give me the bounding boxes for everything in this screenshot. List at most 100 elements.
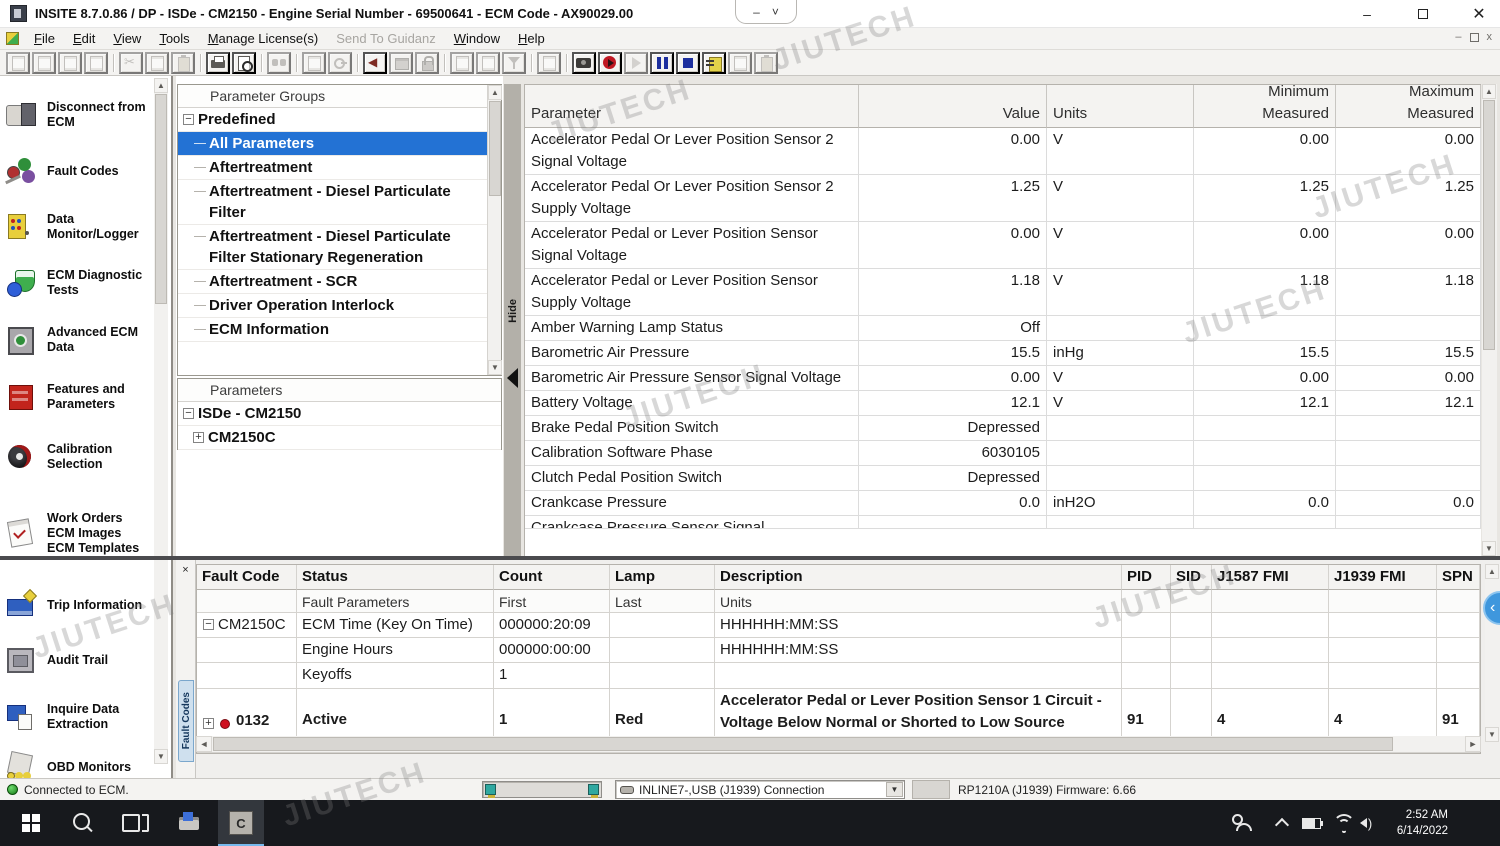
key-button[interactable] <box>328 52 352 74</box>
fault-column-j1939-fmi[interactable]: J1939 FMI <box>1329 565 1437 590</box>
stop-button[interactable] <box>676 52 700 74</box>
scroll-down-icon[interactable]: ▼ <box>154 749 168 764</box>
start-button[interactable] <box>8 800 54 846</box>
column-header-value[interactable]: Value <box>859 85 1047 128</box>
fault-column-status[interactable]: Status <box>297 565 494 590</box>
new-workspace-button[interactable] <box>6 52 30 74</box>
scroll-down-icon[interactable]: ▼ <box>1485 727 1499 742</box>
fault-column-pid[interactable]: PID <box>1122 565 1171 590</box>
print-preview-button[interactable] <box>232 52 256 74</box>
expand-icon[interactable]: + <box>193 432 204 443</box>
paste-button[interactable] <box>171 52 195 74</box>
fault-column-j1587-fmi[interactable]: J1587 FMI <box>1212 565 1329 590</box>
parameter-table-scrollbar[interactable]: ▲ ▼ <box>1482 84 1497 556</box>
dropdown-arrow-icon[interactable]: ▼ <box>886 782 903 797</box>
scroll-left-icon[interactable]: ◄ <box>196 736 212 752</box>
fault-row[interactable]: Engine Hours000000:00:00HHHHHH:MM:SS <box>197 638 1480 663</box>
sidebar-item-disconnect-from-ecm[interactable]: Disconnect fromECM <box>0 86 171 144</box>
scroll-right-icon[interactable]: ► <box>1465 736 1481 752</box>
copy-button[interactable] <box>145 52 169 74</box>
menu-view[interactable]: View <box>104 29 150 48</box>
scroll-up-icon[interactable]: ▲ <box>154 78 168 93</box>
collapse-icon[interactable]: − <box>203 619 214 630</box>
snapshot-button[interactable] <box>572 52 596 74</box>
people-tray-icon[interactable] <box>1228 800 1256 846</box>
taskbar-app-insite-icon[interactable] <box>218 800 264 846</box>
notch-chevron-icon[interactable]: ˅ <box>772 5 779 19</box>
taskbar-clock[interactable]: 2:52 AM 6/14/2022 <box>1378 807 1448 839</box>
filter-button[interactable] <box>502 52 526 74</box>
close-button[interactable]: ✕ <box>1464 4 1494 24</box>
mdi-restore-button[interactable] <box>1470 33 1479 42</box>
parameter-groups-scrollbar[interactable]: ▲ ▼ <box>487 85 501 375</box>
sidebar-item-ecm-diagnostic-tests[interactable]: ECM DiagnosticTests <box>0 254 171 311</box>
panel-splitter[interactable]: Hide <box>504 84 521 556</box>
volume-icon[interactable] <box>1352 800 1380 846</box>
scroll-up-icon[interactable]: ▲ <box>1482 84 1496 99</box>
minimize-button[interactable]: – <box>1352 4 1382 24</box>
collapse-arrow-icon[interactable] <box>507 368 518 388</box>
fault-column-count[interactable]: Count <box>494 565 610 590</box>
scroll-thumb[interactable] <box>1483 100 1495 350</box>
column-header-units[interactable]: Units <box>1047 85 1194 128</box>
scroll-thumb[interactable] <box>213 737 1393 751</box>
sidebar-scrollbar[interactable]: ▲ ▼ <box>154 78 168 764</box>
scroll-up-icon[interactable]: ▲ <box>1485 564 1499 579</box>
fault-information-button[interactable] <box>302 52 326 74</box>
ecm-connect-button[interactable] <box>389 52 413 74</box>
sidebar-item-advanced-ecm-data[interactable]: Advanced ECMData <box>0 311 171 368</box>
menu-file[interactable]: File <box>25 29 64 48</box>
print-button[interactable] <box>206 52 230 74</box>
notch-minimize-icon[interactable]: – <box>753 5 760 19</box>
hide-splitter-label[interactable]: Hide <box>507 299 519 323</box>
group-predefined[interactable]: −Predefined <box>178 108 488 132</box>
fault-row[interactable]: −CM2150CECM Time (Key On Time)000000:20:… <box>197 613 1480 638</box>
save-workspace-button[interactable] <box>58 52 82 74</box>
cut-button[interactable] <box>119 52 143 74</box>
sidebar-item-calibration-selection[interactable]: CalibrationSelection <box>0 425 171 489</box>
fault-row[interactable]: Keyoffs1 <box>197 663 1480 689</box>
collapse-icon[interactable]: − <box>183 408 194 419</box>
taskbar-app-printer-icon[interactable] <box>166 800 212 846</box>
sidebar-item-fault-codes[interactable]: Fault Codes <box>0 144 171 199</box>
mdi-close-button[interactable]: x <box>1487 31 1493 43</box>
import-button[interactable] <box>476 52 500 74</box>
fault-column-spn[interactable]: SPN <box>1437 565 1480 590</box>
column-header-parameter[interactable]: Parameter <box>525 85 859 128</box>
group-aftertreatment-diesel-particulate-filter[interactable]: Aftertreatment - Diesel Particulate Filt… <box>178 180 488 225</box>
adapter-select[interactable]: INLINE7-,USB (J1939) Connection ▼ <box>615 780 905 799</box>
sidebar-item-work-orders-ecm-images-ecm-templates[interactable]: Work OrdersECM ImagesECM Templates <box>0 489 171 577</box>
group-driver-operation-interlock[interactable]: Driver Operation Interlock <box>178 294 488 318</box>
battery-icon[interactable] <box>1298 800 1326 846</box>
column-header-maximum[interactable]: Maximum Measured <box>1336 85 1481 128</box>
sidebar-item-inquire-data-extraction[interactable]: Inquire DataExtraction <box>0 687 171 747</box>
group-ecm-information[interactable]: ECM Information <box>178 318 488 342</box>
tray-chevron-icon[interactable] <box>1268 800 1296 846</box>
fault-table-hscrollbar[interactable]: ◄ ► <box>196 736 1481 752</box>
fault-column-fault-code[interactable]: Fault Code <box>197 565 297 590</box>
sidebar-item-trip-information[interactable]: Trip Information <box>0 577 171 633</box>
menu-edit[interactable]: Edit <box>64 29 104 48</box>
monitor-compare-button[interactable] <box>702 52 726 74</box>
scroll-up-icon[interactable]: ▲ <box>488 85 502 100</box>
menu-send-to-guidanz[interactable]: Send To Guidanz <box>327 29 445 48</box>
fault-column-sid[interactable]: SID <box>1171 565 1212 590</box>
maximize-button[interactable] <box>1408 4 1438 24</box>
menu-window[interactable]: Window <box>445 29 509 48</box>
sidebar-item-features-and-parameters[interactable]: Features andParameters <box>0 368 171 425</box>
play-button[interactable] <box>624 52 648 74</box>
menu-manage-license-s-[interactable]: Manage License(s) <box>199 29 328 48</box>
title-notch[interactable]: – ˅ <box>735 0 797 24</box>
menu-help[interactable]: Help <box>509 29 554 48</box>
column-header-minimum[interactable]: Minimum Measured <box>1194 85 1336 128</box>
workspace-manager-button[interactable] <box>84 52 108 74</box>
scroll-thumb[interactable] <box>155 94 167 304</box>
group-aftertreatment[interactable]: Aftertreatment <box>178 156 488 180</box>
menu-tools[interactable]: Tools <box>150 29 198 48</box>
lock-button[interactable] <box>415 52 439 74</box>
sidebar-item-data-monitor-logger[interactable]: DataMonitor/Logger <box>0 199 171 254</box>
expand-icon[interactable]: + <box>203 718 214 729</box>
close-icon[interactable]: × <box>179 563 192 576</box>
group-aftertreatment-scr[interactable]: Aftertreatment - SCR <box>178 270 488 294</box>
group-all-parameters[interactable]: All Parameters <box>178 132 488 156</box>
